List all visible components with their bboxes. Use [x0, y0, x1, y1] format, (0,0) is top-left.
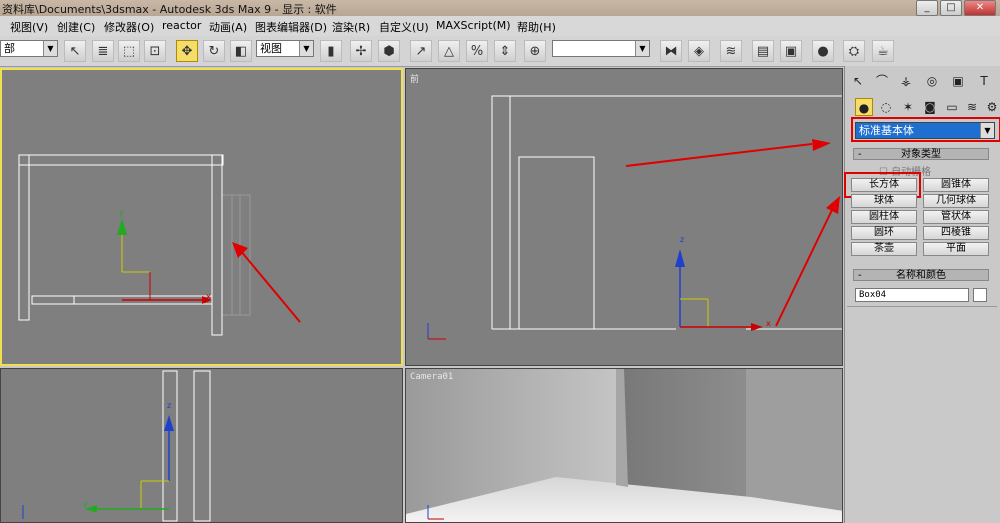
utilities-tab-icon[interactable]: T	[975, 72, 993, 90]
axis-label-x: x	[206, 292, 211, 301]
helpers-icon[interactable]: ▭	[943, 98, 961, 116]
menu-maxscript[interactable]: MAXScript(M)	[436, 19, 511, 32]
front-scene	[427, 95, 842, 340]
axis-label-y: y	[119, 208, 124, 217]
shapes-icon[interactable]: ◌	[877, 98, 895, 116]
selection-filter-dropdown[interactable]: 部 ▼	[0, 40, 58, 57]
annotation-arrow	[239, 249, 301, 323]
annotation-arrow	[625, 143, 813, 167]
angle-snap-icon[interactable]: △	[438, 40, 460, 62]
viewport-front[interactable]: 前 z x	[405, 68, 843, 366]
pivot-center-icon[interactable]: ▮	[320, 40, 342, 62]
menu-reactor[interactable]: reactor	[162, 19, 201, 32]
material-editor-icon[interactable]: ●	[812, 40, 834, 62]
close-button[interactable]: ✕	[964, 0, 996, 16]
viewport-bottom-left[interactable]: z y	[0, 368, 403, 523]
chevron-down-icon: ▼	[980, 123, 994, 138]
axis-label-x: x	[766, 319, 771, 328]
menu-graph-editors[interactable]: 图表编辑器(D)	[255, 19, 327, 35]
select-object-icon[interactable]: ↖	[64, 40, 86, 62]
plane-button[interactable]: 平面	[923, 242, 989, 256]
minimize-button[interactable]: _	[916, 0, 938, 16]
chevron-down-icon: ▼	[43, 41, 57, 56]
menu-customize[interactable]: 自定义(U)	[379, 19, 429, 35]
chevron-down-icon: ▼	[635, 41, 649, 56]
axis-label-z: z	[167, 401, 172, 410]
title-bar: 资料库\Documents\3dsmax - Autodesk 3ds Max …	[0, 0, 1000, 16]
snaps-toggle-icon[interactable]: ↗	[410, 40, 432, 62]
annotation-arrowhead	[812, 139, 831, 151]
viewport-top-left[interactable]: y x	[0, 68, 403, 366]
sphere-button[interactable]: 球体	[851, 194, 917, 208]
axis-gizmo[interactable]	[675, 249, 763, 331]
named-selection-dropdown[interactable]: ▼	[552, 40, 650, 57]
chevron-down-icon: ▼	[299, 41, 313, 56]
layer-manager-icon[interactable]: ≋	[720, 40, 742, 62]
modify-tab-icon[interactable]: ⌒	[873, 72, 891, 90]
teapot-button[interactable]: 茶壶	[851, 242, 917, 256]
schematic-view-icon[interactable]: ▣	[780, 40, 802, 62]
select-manipulate-icon[interactable]: ✢	[350, 40, 372, 62]
viewport-camera[interactable]: Camera01	[405, 368, 843, 523]
curve-editor-icon[interactable]: ▤	[752, 40, 774, 62]
viewport-label: Camera01	[410, 372, 454, 382]
hierarchy-tab-icon[interactable]: ⚶	[897, 72, 915, 90]
reference-coordinate-dropdown[interactable]: 视图 ▼	[256, 40, 314, 57]
edit-named-selection-icon[interactable]: ⊕	[524, 40, 546, 62]
render-scene-icon[interactable]: ⛭	[843, 40, 865, 62]
name-color-rollout[interactable]: - 名称和颜色	[853, 269, 989, 281]
torus-button[interactable]: 圆环	[851, 226, 917, 240]
object-category-dropdown[interactable]: 标准基本体 ▼	[855, 122, 995, 139]
tube-button[interactable]: 管状体	[923, 210, 989, 224]
lights-icon[interactable]: ✶	[899, 98, 917, 116]
geometry-icon[interactable]: ●	[855, 98, 873, 116]
rect-selection-region-icon[interactable]: ⬚	[118, 40, 140, 62]
menu-modifiers[interactable]: 修改器(O)	[104, 19, 154, 35]
menu-create[interactable]: 创建(C)	[57, 19, 95, 35]
top-left-scene	[18, 154, 301, 336]
box-button[interactable]: 长方体	[851, 178, 917, 192]
object-name-field[interactable]: Box04	[855, 288, 969, 302]
restore-button[interactable]: □	[940, 0, 962, 16]
cone-button[interactable]: 圆锥体	[923, 178, 989, 192]
window-title: 资料库\Documents\3dsmax - Autodesk 3ds Max …	[2, 3, 337, 16]
spinner-snap-icon[interactable]: ⇕	[494, 40, 516, 62]
corner-axis-tripod	[427, 323, 446, 340]
percent-snap-icon[interactable]: %	[466, 40, 488, 62]
cylinder-button[interactable]: 圆柱体	[851, 210, 917, 224]
axis-gizmo[interactable]	[85, 415, 174, 513]
quick-render-icon[interactable]: ☕	[872, 40, 894, 62]
systems-icon[interactable]: ⚙	[983, 98, 1000, 116]
axis-label-z: z	[680, 235, 685, 244]
select-move-icon[interactable]: ✥	[176, 40, 198, 62]
menu-rendering[interactable]: 渲染(R)	[332, 19, 370, 35]
main-toolbar: 部 ▼ ↖ ≣ ⬚ ⊡ ✥ ↻ ◧ 视图 ▼ ▮ ✢ ⬢ ↗ △ % ⇕ ⊕ ▼…	[0, 36, 1000, 67]
mirror-icon[interactable]: ⧓	[660, 40, 682, 62]
window-crossing-icon[interactable]: ⊡	[144, 40, 166, 62]
menu-help[interactable]: 帮助(H)	[517, 19, 556, 35]
align-icon[interactable]: ◈	[688, 40, 710, 62]
bottom-left-scene	[22, 370, 211, 522]
menu-view[interactable]: 视图(V)	[10, 19, 48, 35]
menu-animation[interactable]: 动画(A)	[209, 19, 247, 35]
select-rotate-icon[interactable]: ↻	[203, 40, 225, 62]
select-scale-icon[interactable]: ◧	[230, 40, 252, 62]
create-tab-icon[interactable]: ↖	[849, 72, 867, 90]
cameras-icon[interactable]: ◙	[921, 98, 939, 116]
select-by-name-icon[interactable]: ≣	[92, 40, 114, 62]
motion-tab-icon[interactable]: ◎	[923, 72, 941, 90]
space-warps-icon[interactable]: ≋	[963, 98, 981, 116]
geosphere-button[interactable]: 几何球体	[923, 194, 989, 208]
object-color-swatch[interactable]	[973, 288, 987, 302]
pyramid-button[interactable]: 四棱锥	[923, 226, 989, 240]
object-type-rollout[interactable]: - 对象类型	[853, 148, 989, 160]
axis-gizmo[interactable]	[117, 218, 212, 304]
keyboard-shortcut-icon[interactable]: ⬢	[378, 40, 400, 62]
command-panel: ↖ ⌒ ⚶ ◎ ▣ T ● ◌ ✶ ◙ ▭ ≋ ⚙ 标准基本体 ▼ - 对象类型…	[844, 66, 1000, 523]
display-tab-icon[interactable]: ▣	[949, 72, 967, 90]
menu-bar: 视图(V) 创建(C) 修改器(O) reactor 动画(A) 图表编辑器(D…	[0, 16, 1000, 37]
axis-label-y: y	[83, 499, 88, 508]
camera-scene	[406, 369, 842, 522]
